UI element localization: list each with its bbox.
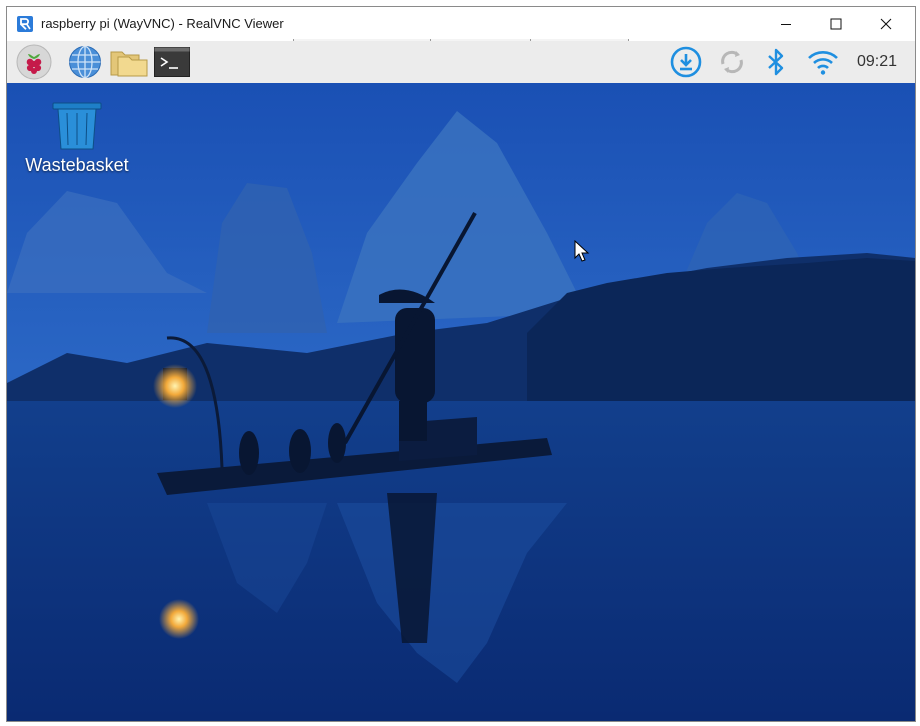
close-button[interactable] [863,7,909,41]
taskbar: 09:21 [7,41,915,83]
raspberry-menu-button[interactable] [15,44,53,80]
terminal-icon [154,47,190,77]
bluetooth-button[interactable] [763,45,789,79]
file-manager-button[interactable] [109,47,149,79]
desktop-icon-wastebasket[interactable]: Wastebasket [21,101,133,176]
minimize-button[interactable] [763,7,809,41]
wifi-button[interactable] [805,45,841,79]
desktop-icon-label: Wastebasket [25,155,129,175]
sync-icon [721,50,743,74]
trash-icon [52,102,102,150]
terminal-button[interactable] [153,46,191,78]
mouse-cursor-icon [574,240,590,262]
vnc-viewer-window: raspberry pi (WayVNC) - RealVNC Viewer 0… [6,6,916,722]
minimize-icon [781,24,791,25]
web-browser-button[interactable] [67,44,103,80]
web-browser-icon [69,45,101,79]
close-icon [880,18,892,30]
wifi-icon [808,51,838,75]
file-manager-icon [110,51,148,77]
clock[interactable]: 09:21 [857,53,897,71]
title-bar[interactable]: raspberry pi (WayVNC) - RealVNC Viewer [7,7,915,44]
window-title: raspberry pi (WayVNC) - RealVNC Viewer [41,16,284,31]
maximize-icon [830,18,842,30]
raspberry-menu-icon [16,44,52,80]
maximize-button[interactable] [813,7,859,41]
realvnc-icon [17,16,33,32]
sync-button[interactable] [715,45,749,79]
download-update-button[interactable] [669,45,703,79]
wallpaper [7,83,915,721]
desktop[interactable]: Wastebasket [7,83,915,721]
download-update-icon [670,46,702,78]
bluetooth-icon [768,48,784,76]
